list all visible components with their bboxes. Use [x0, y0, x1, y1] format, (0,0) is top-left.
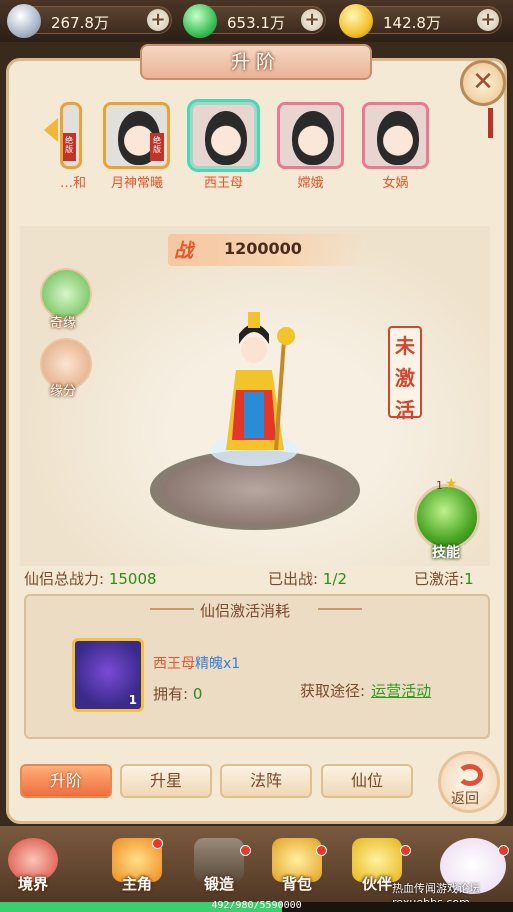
- silver-currency: 267.8万 +: [7, 4, 172, 38]
- title-ornament: [150, 608, 194, 610]
- nav-realm[interactable]: 境界: [4, 836, 62, 894]
- limited-badge: 绝版: [150, 133, 164, 161]
- add-silver-button[interactable]: +: [147, 9, 169, 31]
- tab-ascend[interactable]: 升阶: [20, 764, 112, 798]
- title-ornament: [318, 608, 362, 610]
- add-gold-button[interactable]: +: [477, 9, 499, 31]
- xiwangmu-figure: [210, 312, 298, 466]
- roster-card-xiwangmu[interactable]: [190, 102, 257, 169]
- notification-dot: [316, 845, 327, 856]
- yuanfen-label: 缘分: [50, 384, 77, 399]
- star-icon: ★: [445, 476, 458, 492]
- nav-forge[interactable]: 锻造: [190, 836, 248, 894]
- limited-badge: 绝版: [63, 133, 76, 161]
- total-power-stat: 仙侣总战力: 15008: [24, 570, 157, 588]
- deployed-stat: 已出战: 1/2: [268, 570, 347, 588]
- item-name: 西王母精魄x1: [153, 656, 241, 672]
- panel-title: 升阶: [140, 44, 372, 80]
- roster-card-nvwa[interactable]: [362, 102, 429, 169]
- roster-card-change[interactable]: [277, 102, 344, 169]
- currency-bar: 267.8万 + 653.1万 + 142.8万 +: [0, 0, 513, 42]
- roster-name: 西王母: [203, 176, 243, 191]
- power-value: 1200000: [224, 239, 302, 258]
- tab-rank[interactable]: 仙位: [321, 764, 413, 798]
- exp-text: 492/980/5590000: [211, 900, 302, 911]
- close-button[interactable]: ✕: [460, 60, 506, 106]
- silver-value: 267.8万: [51, 14, 109, 32]
- inactive-status-tag: 未 激 活: [388, 326, 422, 422]
- source-link[interactable]: 运营活动: [371, 682, 431, 700]
- jade-currency: 653.1万 +: [183, 4, 326, 38]
- nav-bag[interactable]: 背包: [268, 836, 326, 894]
- power-label: 战: [174, 240, 194, 262]
- tab-formation[interactable]: 法阵: [220, 764, 312, 798]
- owned-count: 拥有: 0: [153, 685, 203, 703]
- roster-name: 嫦娥: [297, 176, 324, 191]
- roster-card-yueshen[interactable]: 绝版: [103, 102, 170, 169]
- back-button[interactable]: 返回: [438, 751, 500, 813]
- roster-card-partial[interactable]: 绝版: [60, 102, 82, 169]
- portrait-icon: [205, 111, 247, 165]
- roster-name: 女娲: [382, 176, 409, 191]
- soul-essence-item[interactable]: 1: [72, 638, 144, 712]
- return-arrow-icon: [457, 764, 483, 786]
- notification-dot: [400, 845, 411, 856]
- jade-value: 653.1万: [227, 14, 285, 32]
- tassel-decoration: [488, 108, 493, 138]
- portrait-icon: [292, 111, 334, 165]
- roster-name: 月神常曦: [110, 176, 163, 191]
- notification-dot: [498, 845, 509, 856]
- activated-stat: 已激活:1: [414, 570, 474, 588]
- gold-currency: 142.8万 +: [339, 4, 502, 38]
- roster-left-arrow-icon[interactable]: [44, 118, 58, 142]
- silver-ingot-icon: [7, 4, 41, 38]
- tab-star[interactable]: 升星: [120, 764, 212, 798]
- obtain-source: 获取途径: 运营活动: [300, 682, 432, 700]
- skill-button[interactable]: [414, 484, 480, 550]
- cost-title: 仙侣激活消耗: [200, 602, 291, 620]
- notification-dot: [152, 838, 163, 849]
- notification-dot: [240, 845, 251, 856]
- skill-label: 技能: [432, 545, 460, 561]
- qiyuan-label: 奇缘: [50, 316, 77, 331]
- skill-level: 1: [436, 479, 443, 492]
- gold-ingot-icon: [339, 4, 373, 38]
- add-jade-button[interactable]: +: [301, 9, 323, 31]
- power-banner: 战 1200000: [168, 234, 368, 266]
- portrait-icon: [377, 111, 419, 165]
- gold-value: 142.8万: [383, 14, 441, 32]
- item-quantity: 1: [128, 693, 137, 707]
- jade-icon: [183, 4, 217, 38]
- roster-name: …和: [59, 176, 86, 191]
